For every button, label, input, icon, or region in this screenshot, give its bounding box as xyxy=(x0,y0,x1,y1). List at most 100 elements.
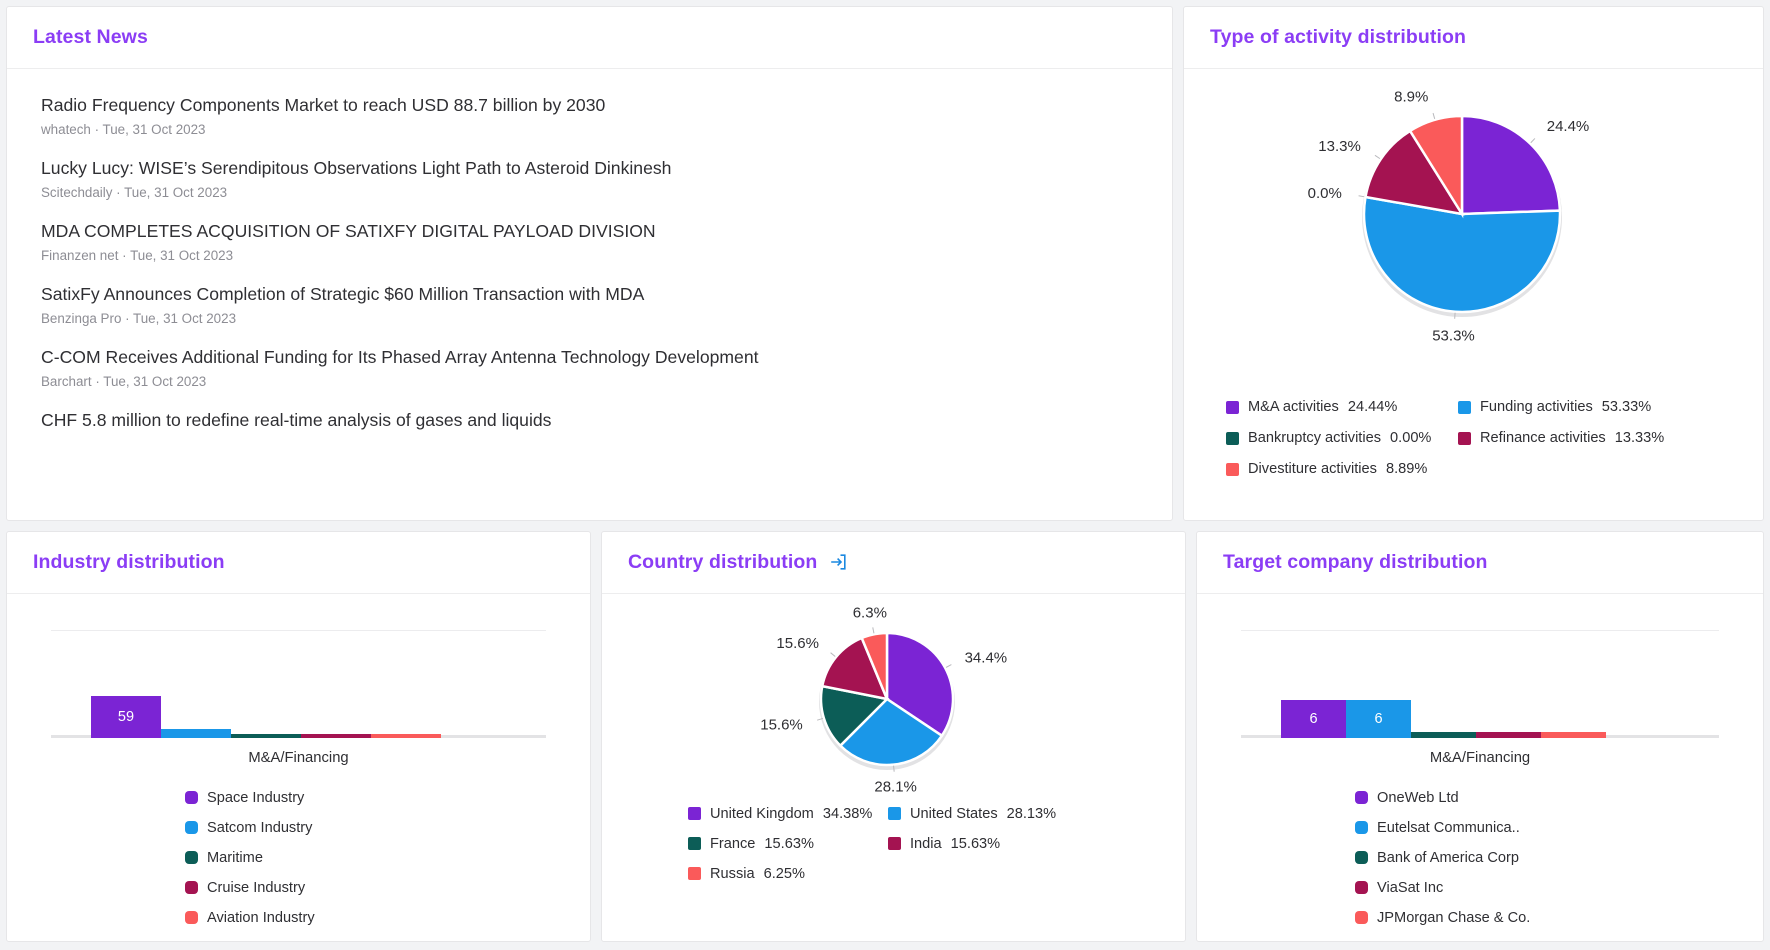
legend-swatch xyxy=(185,881,198,894)
target-legend: OneWeb Ltd Eutelsat Communica.. Bank of Am… xyxy=(1197,790,1763,926)
industry-bar[interactable] xyxy=(371,734,441,738)
target-company-header: Target company distribution xyxy=(1197,532,1763,594)
industry-legend-item[interactable]: Cruise Industry xyxy=(185,880,305,896)
country-pie-chart[interactable]: 34.4%28.1%15.6%15.6%6.3% xyxy=(634,594,1154,809)
export-arrow-icon[interactable] xyxy=(828,552,848,572)
legend-label: M&A activities xyxy=(1248,399,1339,415)
legend-label: Aviation Industry xyxy=(207,910,315,926)
news-item[interactable]: Lucky Lucy: WISE’s Serendipitous Observa… xyxy=(41,158,1138,200)
activity-legend-item[interactable]: Bankruptcy activities0.00% xyxy=(1226,430,1458,446)
target-bar[interactable]: 6 xyxy=(1346,700,1411,738)
target-company-body: 66 M&A/Financing OneWeb LtdEutelsat Comm… xyxy=(1197,594,1763,941)
legend-row: Russia6.25% xyxy=(688,866,1118,882)
country-legend-item[interactable]: France15.63% xyxy=(688,836,888,852)
legend-row: Divestiture activities8.89% xyxy=(1226,461,1696,477)
industry-distribution-title: Industry distribution xyxy=(33,551,225,574)
news-meta: Barchart · Tue, 31 Oct 2023 xyxy=(41,374,1138,389)
news-list: Radio Frequency Components Market to rea… xyxy=(7,69,1172,463)
activity-legend-item[interactable]: Refinance activities13.33% xyxy=(1458,430,1690,446)
legend-label: United Kingdom xyxy=(710,806,814,822)
legend-swatch xyxy=(688,837,701,850)
bottom-row: Industry distribution 59 M&A/Financing S… xyxy=(6,531,1764,942)
legend-value: 6.25% xyxy=(764,866,805,882)
industry-legend-item[interactable]: Satcom Industry xyxy=(185,820,312,836)
target-legend-item[interactable]: OneWeb Ltd xyxy=(1355,790,1459,806)
news-headline[interactable]: Lucky Lucy: WISE’s Serendipitous Observa… xyxy=(41,158,1138,180)
target-bar-chart[interactable]: 66 xyxy=(1241,630,1719,738)
news-headline[interactable]: SatixFy Announces Completion of Strategi… xyxy=(41,284,1138,306)
gridline xyxy=(1241,630,1719,631)
industry-bar-chart[interactable]: 59 xyxy=(51,630,546,738)
news-meta: whatech · Tue, 31 Oct 2023 xyxy=(41,122,1138,137)
industry-bar[interactable]: 59 xyxy=(91,696,161,738)
pie-data-label: 34.4% xyxy=(964,649,1007,666)
news-item[interactable]: C-COM Receives Additional Funding for It… xyxy=(41,347,1138,389)
legend-swatch xyxy=(888,807,901,820)
news-item[interactable]: CHF 5.8 million to redefine real-time an… xyxy=(41,410,1138,432)
pie-data-label: 0.0% xyxy=(1307,185,1341,202)
target-axis-label: M&A/Financing xyxy=(1197,750,1763,766)
country-legend-item[interactable]: United Kingdom34.38% xyxy=(688,806,888,822)
activity-legend-item[interactable]: Funding activities53.33% xyxy=(1458,399,1690,415)
activity-legend-item[interactable]: M&A activities24.44% xyxy=(1226,399,1458,415)
target-bar[interactable] xyxy=(1411,732,1476,738)
news-headline[interactable]: Radio Frequency Components Market to rea… xyxy=(41,95,1138,117)
target-legend-item[interactable]: ViaSat Inc xyxy=(1355,880,1443,896)
legend-label: Bank of America Corp xyxy=(1377,850,1519,866)
pie-data-label: 24.4% xyxy=(1546,118,1589,135)
activity-legend-item[interactable]: Divestiture activities8.89% xyxy=(1226,461,1458,477)
bar-value-label: 6 xyxy=(1309,711,1317,727)
industry-bar[interactable] xyxy=(231,734,301,738)
country-legend-item[interactable]: Russia6.25% xyxy=(688,866,888,882)
legend-label: France xyxy=(710,836,755,852)
legend-label: India xyxy=(910,836,942,852)
legend-swatch xyxy=(1458,432,1471,445)
legend-swatch xyxy=(688,867,701,880)
legend-label: JPMorgan Chase & Co. xyxy=(1377,910,1530,926)
dashboard: Latest News Radio Frequency Components M… xyxy=(0,0,1770,950)
activity-distribution-card: Type of activity distribution 24.4%53.3%… xyxy=(1183,6,1764,521)
legend-label: Funding activities xyxy=(1480,399,1593,415)
pie-tick xyxy=(1358,196,1364,197)
gridline xyxy=(51,630,546,631)
target-legend-item[interactable]: Bank of America Corp xyxy=(1355,850,1519,866)
target-bar[interactable]: 6 xyxy=(1281,700,1346,738)
legend-label: Refinance activities xyxy=(1480,430,1606,446)
news-item[interactable]: SatixFy Announces Completion of Strategi… xyxy=(41,284,1138,326)
target-bar[interactable] xyxy=(1541,732,1606,738)
industry-bar[interactable] xyxy=(301,734,371,738)
pie-data-label: 15.6% xyxy=(776,635,819,652)
industry-legend-item[interactable]: Maritime xyxy=(185,850,263,866)
top-row: Latest News Radio Frequency Components M… xyxy=(6,6,1764,521)
news-item[interactable]: Radio Frequency Components Market to rea… xyxy=(41,95,1138,137)
country-legend-item[interactable]: United States28.13% xyxy=(888,806,1088,822)
country-legend-item[interactable]: India 15.63% xyxy=(888,836,1088,852)
legend-swatch xyxy=(185,851,198,864)
pie-data-label: 6.3% xyxy=(852,604,886,621)
pie-slice[interactable] xyxy=(1462,116,1560,214)
news-headline[interactable]: C-COM Receives Additional Funding for It… xyxy=(41,347,1138,369)
latest-news-header: Latest News xyxy=(7,7,1172,69)
target-legend-item[interactable]: Eutelsat Communica.. xyxy=(1355,820,1520,836)
target-legend-item[interactable]: JPMorgan Chase & Co. xyxy=(1355,910,1530,926)
legend-swatch xyxy=(888,837,901,850)
target-bar[interactable] xyxy=(1476,732,1541,738)
legend-label: United States xyxy=(910,806,998,822)
industry-distribution-header: Industry distribution xyxy=(7,532,590,594)
news-item[interactable]: MDA COMPLETES ACQUISITION OF SATIXFY DIG… xyxy=(41,221,1138,263)
legend-swatch xyxy=(1355,911,1368,924)
industry-bar[interactable] xyxy=(161,729,231,738)
legend-label: OneWeb Ltd xyxy=(1377,790,1459,806)
legend-label: Eutelsat Communica.. xyxy=(1377,820,1520,836)
news-headline[interactable]: CHF 5.8 million to redefine real-time an… xyxy=(41,410,1138,432)
industry-legend-item[interactable]: Space Industry xyxy=(185,790,304,806)
legend-swatch xyxy=(688,807,701,820)
news-headline[interactable]: MDA COMPLETES ACQUISITION OF SATIXFY DIG… xyxy=(41,221,1138,243)
legend-value: 15.63% xyxy=(951,836,1001,852)
target-bars: 66 xyxy=(1281,700,1606,738)
industry-legend-item[interactable]: Aviation Industry xyxy=(185,910,315,926)
activity-pie-chart[interactable]: 24.4%53.3%0.0%13.3%8.9% xyxy=(1194,69,1754,399)
legend-label: Bankruptcy activities xyxy=(1248,430,1381,446)
country-distribution-card: Country distribution 34.4%28.1%15.6%15.6… xyxy=(601,531,1186,942)
legend-swatch xyxy=(185,791,198,804)
